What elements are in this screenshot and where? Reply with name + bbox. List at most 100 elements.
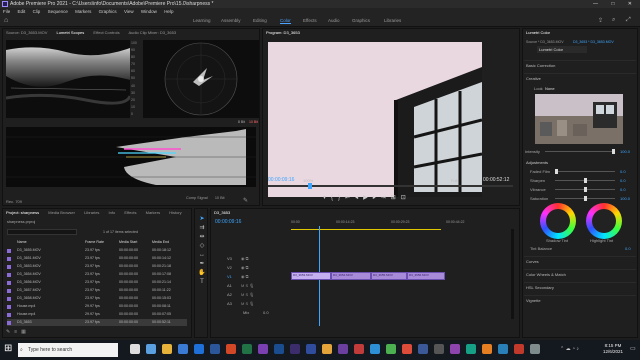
project-row[interactable]: D3_3657.MOV 23.97 fps 00:00:00:00 00:00:11:… — [7, 287, 187, 294]
project-row[interactable]: D3_3656.MOV 23.97 fps 00:00:00:00 00:00:21:… — [7, 279, 187, 286]
out-point-icon[interactable]: } — [338, 195, 345, 201]
column-name[interactable]: Name — [17, 239, 27, 246]
spotify-icon[interactable] — [386, 344, 396, 354]
tab-effect-controls[interactable]: Effect Controls — [93, 30, 119, 35]
acrobat-icon[interactable] — [354, 344, 364, 354]
tint-balance-value[interactable]: 0.0 — [625, 246, 631, 251]
tab-project[interactable]: Project: sharpness — [6, 210, 39, 215]
icon-view-icon[interactable]: ▦ — [21, 329, 30, 335]
master-track[interactable]: Mix — [243, 310, 249, 315]
eye-icon[interactable]: ◉ ⧉ — [241, 272, 254, 281]
workspace-color[interactable]: Color — [280, 18, 291, 24]
maximize-button[interactable]: □ — [611, 1, 620, 7]
clip[interactable]: D3_3654.MOV — [331, 272, 371, 280]
step-forward-icon[interactable]: ▸ — [373, 195, 381, 201]
work-area-bar[interactable] — [291, 229, 441, 230]
section-basic-correction[interactable]: Basic Correction — [524, 60, 636, 69]
menu-sequence[interactable]: Sequence — [48, 9, 68, 14]
windows-start-icon[interactable]: ⊞ — [4, 343, 12, 354]
project-row[interactable]: D3_3655.MOV 23.97 fps 00:00:00:00 00:00:18:… — [7, 247, 187, 254]
app-icon[interactable] — [530, 344, 540, 354]
menu-window[interactable]: Window — [141, 9, 157, 14]
clip[interactable]: D3_3653.MOV — [291, 272, 331, 280]
marker-icon[interactable]: ▾ — [323, 195, 331, 201]
lightroom-icon[interactable] — [306, 344, 316, 354]
clip-source[interactable]: Source * D3_3653.MOV — [526, 40, 564, 44]
label-color-swatch[interactable] — [7, 249, 11, 253]
label-color-swatch[interactable] — [7, 281, 11, 285]
comp-signal-label[interactable]: Comp Signal — [186, 196, 208, 200]
timeline-timecode[interactable]: 00:00:09:16 — [215, 219, 241, 225]
menu-graphics[interactable]: Graphics — [99, 9, 117, 14]
workspace-effects[interactable]: Effects — [303, 18, 317, 23]
mute-icon[interactable]: M S 🎙 — [241, 281, 254, 290]
edge-icon[interactable] — [178, 344, 188, 354]
effect-select[interactable]: Lumetri Color — [537, 46, 587, 53]
track-a3[interactable]: A3 — [227, 301, 232, 306]
menu-edit[interactable]: Edit — [18, 9, 26, 14]
tab-effects[interactable]: Effects — [124, 210, 136, 215]
clip[interactable]: D3_3656.MOV — [407, 272, 445, 280]
scope-bit-10[interactable]: 10 Bit — [249, 120, 258, 124]
app-icon[interactable] — [514, 344, 524, 354]
clip[interactable]: D3_3655.MOV — [371, 272, 407, 280]
slip-icon[interactable]: ↔ — [198, 251, 206, 260]
project-search-input[interactable] — [7, 229, 77, 235]
eye-icon[interactable]: ◉ ⧉ — [241, 254, 254, 263]
timeline-ruler[interactable]: 00:00 00:00:14:23 00:00:29:23 00:00:44:2… — [291, 220, 511, 226]
section-vignette[interactable]: Vignette — [524, 295, 636, 304]
app-icon[interactable] — [482, 344, 492, 354]
media-encoder-icon[interactable] — [370, 344, 380, 354]
tray-icons[interactable]: ⌃ ☁ ◔ ♪ — [560, 346, 579, 352]
app-icon[interactable] — [450, 344, 460, 354]
track-v1[interactable]: V1 — [227, 274, 232, 279]
project-row[interactable]: D3_3653 23.97 fps 00:00:00:00 00:00:52:11 — [7, 319, 187, 326]
section-creative[interactable]: Creative — [524, 73, 636, 82]
app-icon[interactable] — [466, 344, 476, 354]
label-color-swatch[interactable] — [7, 273, 11, 277]
tab-lumetri-color[interactable]: Lumetri Color — [526, 30, 550, 35]
program-title[interactable]: Program: D3_3653 — [266, 30, 300, 35]
tab-audio-clip-mixer[interactable]: Audio Clip Mixer: D3_3653 — [128, 30, 176, 35]
tab-media-browser[interactable]: Media Browser — [48, 210, 75, 215]
lift-icon[interactable]: ⊞ — [391, 195, 401, 201]
track-select-icon[interactable]: ⇉ — [198, 224, 206, 233]
column-media-end[interactable]: Media End — [152, 239, 169, 246]
photoshop-icon[interactable] — [274, 344, 284, 354]
intensity-slider[interactable] — [545, 149, 615, 154]
search-icon[interactable]: ⌕ — [612, 17, 615, 24]
label-color-swatch[interactable] — [7, 297, 11, 301]
intensity-thumb[interactable] — [612, 149, 615, 154]
close-button[interactable]: ✕ — [628, 1, 638, 7]
slider-thumb[interactable] — [583, 178, 587, 183]
project-row[interactable]: D3_3654.MOV 23.97 fps 00:00:00:00 00:00:17:… — [7, 271, 187, 278]
go-to-out-icon[interactable]: ⇥ — [381, 195, 391, 201]
fullscreen-icon[interactable]: ⤢ — [626, 17, 631, 24]
tab-source[interactable]: Source: D3_3653.MOV — [6, 30, 47, 35]
workspace-graphics[interactable]: Graphics — [352, 18, 370, 23]
label-color-swatch[interactable] — [7, 305, 11, 309]
export-frame-icon[interactable]: ⊡ — [401, 195, 411, 201]
menu-file[interactable]: File — [3, 9, 10, 14]
slider-track[interactable] — [555, 178, 615, 183]
slider-value[interactable]: 100.0 — [620, 196, 630, 201]
menu-view[interactable]: View — [124, 9, 134, 14]
column-media-start[interactable]: Media Start — [119, 239, 137, 246]
workspace-learning[interactable]: Learning — [193, 18, 211, 23]
column-frame-rate[interactable]: Frame Rate — [85, 239, 104, 246]
store-icon[interactable] — [194, 344, 204, 354]
menu-markers[interactable]: Markers — [75, 9, 91, 14]
track-a2[interactable]: A2 — [227, 292, 232, 297]
ripple-edit-icon[interactable]: ⇹ — [198, 233, 206, 242]
slider-track[interactable] — [555, 187, 615, 192]
clip-target[interactable]: D3_3653 * D3_3653.MOV — [573, 40, 614, 44]
section-color-wheels[interactable]: Color Wheels & Match — [524, 269, 636, 278]
app-icon[interactable] — [498, 344, 508, 354]
pencil-icon[interactable]: ✎ — [6, 329, 14, 335]
task-view-icon[interactable] — [146, 344, 156, 354]
slider-thumb[interactable] — [583, 196, 587, 201]
chrome-icon[interactable] — [402, 344, 412, 354]
section-curves[interactable]: Curves — [524, 256, 636, 265]
menu-help[interactable]: Help — [164, 9, 173, 14]
tab-libraries[interactable]: Libraries — [84, 210, 99, 215]
